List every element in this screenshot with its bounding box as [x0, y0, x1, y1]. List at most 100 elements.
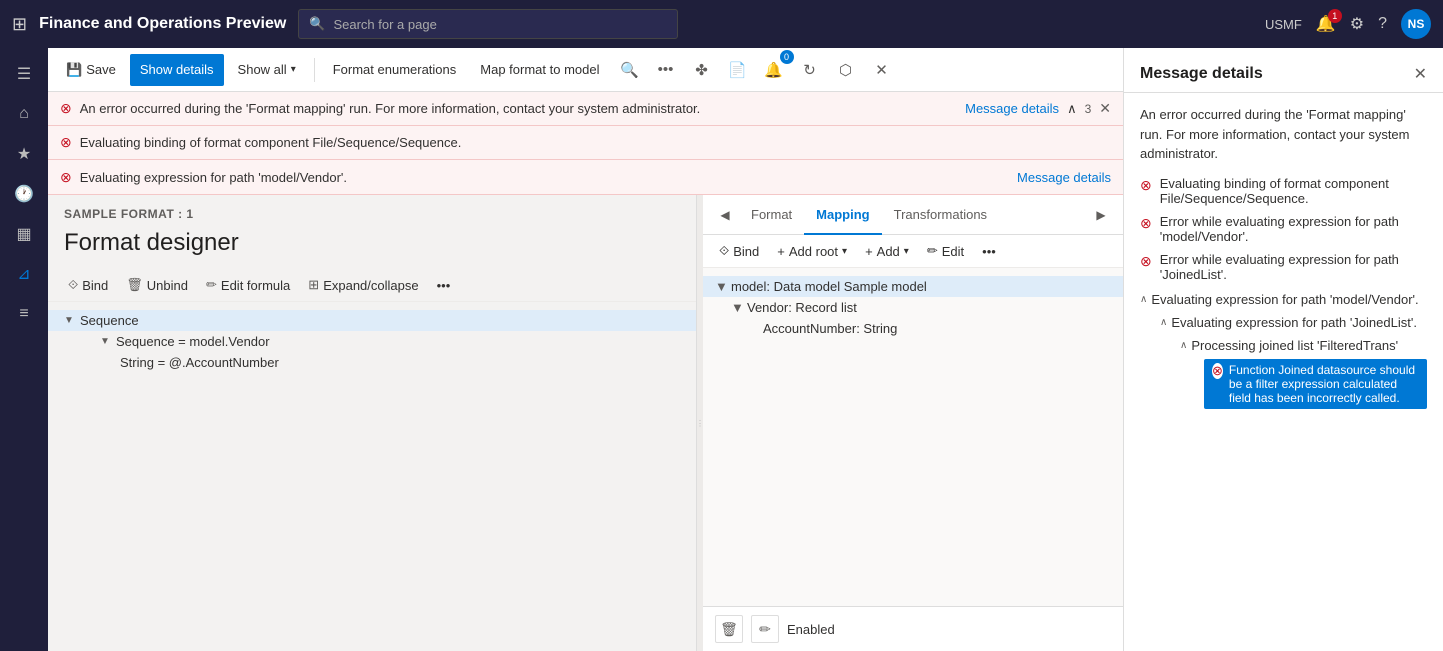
dm-edit-label: Edit — [942, 244, 964, 259]
save-button[interactable]: 💾 Save — [56, 54, 126, 86]
section-1-arrow: ∧ — [1140, 294, 1147, 305]
msg-sub-collapse-1[interactable]: ∧ Evaluating expression for path 'Joined… — [1160, 313, 1427, 332]
help-button[interactable]: ? — [1378, 15, 1387, 33]
highlight-error-icon: ⊗ — [1212, 363, 1223, 379]
show-details-button[interactable]: Show details — [130, 54, 224, 86]
topbar: ⊞ Finance and Operations Preview 🔍 Searc… — [0, 0, 1443, 48]
sidebar-item-filter[interactable]: ⊿ — [6, 256, 42, 292]
tree-item-sequence-vendor[interactable]: ▼ Sequence = model.Vendor — [48, 331, 696, 352]
tab-transformations[interactable]: Transformations — [882, 195, 999, 235]
grid-icon[interactable]: ⊞ — [12, 14, 27, 35]
error-row-1: ⊗ An error occurred during the 'Format m… — [48, 92, 1123, 126]
dm-edit-bottom-button[interactable]: ✏ — [751, 615, 779, 643]
sidebar-item-calendar[interactable]: ▦ — [6, 216, 42, 252]
error-nav-up[interactable]: ∧ — [1067, 101, 1077, 117]
sub-arrow-1: ∧ — [1160, 317, 1167, 328]
close-toolbar-button[interactable]: ✕ — [866, 54, 898, 86]
dm-item-account[interactable]: AccountNumber: String — [703, 318, 1123, 339]
error-icon-2: ⊗ — [60, 134, 72, 151]
msg-error-item-2: ⊗ Error while evaluating expression for … — [1140, 214, 1427, 244]
dm-bottom: 🗑 ✏ Enabled — [703, 606, 1123, 651]
more-mini-button[interactable]: ••• — [429, 274, 459, 297]
dm-toolbar: ⟐ Bind + Add root ▾ + Add ▾ ✏ — [703, 235, 1123, 268]
dm-add-root-icon: + — [777, 244, 785, 259]
show-all-button[interactable]: Show all ▾ — [228, 54, 306, 86]
dm-delete-button[interactable]: 🗑 — [715, 615, 743, 643]
sidebar-item-list[interactable]: ≡ — [6, 296, 42, 332]
msg-error-highlight: ⊗ Function Joined datasource should be a… — [1204, 359, 1427, 409]
error-area: ⊗ An error occurred during the 'Format m… — [48, 92, 1123, 195]
format-enum-label: Format enumerations — [333, 62, 457, 77]
msg-sub-sub-section: ∧ Processing joined list 'FilteredTrans'… — [1160, 336, 1427, 409]
dm-item-vendor[interactable]: ▼ Vendor: Record list — [703, 297, 1123, 318]
save-label: Save — [86, 62, 116, 77]
dm-add-root-label: Add root — [789, 244, 838, 259]
bell-badge-toolbar-button[interactable]: 🔔 0 — [758, 54, 790, 86]
error-message-details-link-2[interactable]: Message details — [1017, 170, 1111, 185]
map-format-label: Map format to model — [480, 62, 599, 77]
sidebar-item-recent[interactable]: 🕐 — [6, 176, 42, 212]
tab-back-button[interactable]: ◀ — [711, 201, 739, 229]
dm-arrow-2: ▼ — [731, 300, 747, 315]
error-icon-3: ⊗ — [60, 169, 72, 186]
doc-toolbar-button[interactable]: 📄 — [722, 54, 754, 86]
dm-item-label-1: model: Data model Sample model — [731, 279, 927, 294]
section-1-label: Evaluating expression for path 'model/Ve… — [1151, 292, 1418, 307]
dm-add-root-arrow: ▾ — [842, 246, 847, 257]
designer-label: SAMPLE FORMAT : 1 — [48, 195, 696, 225]
sub-sub-arrow: ∧ — [1180, 340, 1187, 351]
dm-add-root-button[interactable]: + Add root ▾ — [769, 240, 855, 263]
format-enumerations-button[interactable]: Format enumerations — [323, 54, 467, 86]
more-mini-label: ••• — [437, 278, 451, 293]
tab-transformations-label: Transformations — [894, 207, 987, 222]
open-toolbar-button[interactable]: ⬡ — [830, 54, 862, 86]
refresh-toolbar-button[interactable]: ↻ — [794, 54, 826, 86]
bind-label: Bind — [82, 278, 108, 293]
sidebar-item-home[interactable]: ☰ — [6, 56, 42, 92]
error-close-1[interactable]: ✕ — [1099, 100, 1111, 117]
tab-format[interactable]: Format — [739, 195, 804, 235]
msg-sub-sub-collapse[interactable]: ∧ Processing joined list 'FilteredTrans' — [1180, 336, 1427, 355]
search-bar[interactable]: 🔍 Search for a page — [298, 9, 678, 39]
dm-item-model[interactable]: ▼ model: Data model Sample model — [703, 276, 1123, 297]
sidebar-item-dashboard[interactable]: ⌂ — [6, 96, 42, 132]
edit-formula-button[interactable]: ✏ Edit formula — [198, 273, 298, 297]
error-row-3: ⊗ Evaluating expression for path 'model/… — [48, 160, 1123, 194]
user-avatar[interactable]: NS — [1401, 9, 1431, 39]
unbind-button[interactable]: 🗑 Unbind — [118, 273, 196, 297]
error-message-details-link-1[interactable]: Message details — [965, 101, 1059, 116]
tree-item-sequence[interactable]: ▼ Sequence — [48, 310, 696, 331]
toolbar-badge: 0 — [780, 50, 794, 64]
dm-edit-button[interactable]: ✏ Edit — [919, 239, 972, 263]
dm-edit-icon: ✏ — [927, 243, 938, 259]
settings-button[interactable]: ⚙ — [1350, 14, 1364, 34]
bind-icon: ⟐ — [68, 277, 78, 293]
msg-error-text-1: Evaluating binding of format component F… — [1160, 176, 1427, 206]
sub-sub-label: Processing joined list 'FilteredTrans' — [1191, 338, 1398, 353]
tab-next-button[interactable]: ▶ — [1087, 201, 1115, 229]
tree-item-string[interactable]: String = @.AccountNumber — [48, 352, 696, 373]
expand-collapse-button[interactable]: ⊞ Expand/collapse — [300, 273, 426, 297]
msg-section-1: ∧ Evaluating expression for path 'model/… — [1140, 290, 1427, 409]
search-placeholder: Search for a page — [333, 17, 436, 32]
dm-more-label: ••• — [982, 244, 996, 259]
notification-button[interactable]: 🔔 1 — [1316, 14, 1336, 34]
tab-format-label: Format — [751, 207, 792, 222]
dm-more-button[interactable]: ••• — [974, 240, 1004, 263]
dm-bind-button[interactable]: ⟐ Bind — [711, 239, 767, 263]
map-format-button[interactable]: Map format to model — [470, 54, 609, 86]
page-title-area: Format designer — [48, 225, 696, 269]
dm-item-label-3: AccountNumber: String — [763, 321, 897, 336]
sidebar-item-favorite[interactable]: ★ — [6, 136, 42, 172]
msg-section-1-collapse[interactable]: ∧ Evaluating expression for path 'model/… — [1140, 290, 1427, 309]
tree-arrow-1: ▼ — [64, 315, 80, 326]
expand-collapse-label: Expand/collapse — [323, 278, 418, 293]
tab-mapping[interactable]: Mapping — [804, 195, 881, 235]
attach-toolbar-button[interactable]: ✤ — [686, 54, 718, 86]
more-toolbar-button[interactable]: ••• — [650, 54, 682, 86]
show-details-label: Show details — [140, 62, 214, 77]
search-toolbar-icon[interactable]: 🔍 — [614, 54, 646, 86]
dm-add-button[interactable]: + Add ▾ — [857, 240, 917, 263]
msg-close-button[interactable]: ✕ — [1414, 64, 1427, 84]
bind-button[interactable]: ⟐ Bind — [60, 273, 116, 297]
